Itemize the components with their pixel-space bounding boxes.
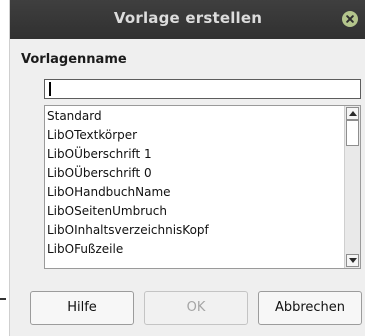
- list-item[interactable]: LibOHandbuchName: [45, 183, 344, 202]
- scroll-down-icon[interactable]: [346, 254, 359, 267]
- dialog-title: Vorlage erstellen: [113, 9, 263, 27]
- text-cursor: [49, 82, 51, 96]
- list-item[interactable]: LibOTextkörper: [45, 126, 344, 145]
- vertical-scrollbar[interactable]: [344, 106, 360, 268]
- ok-button[interactable]: OK: [144, 291, 248, 325]
- list-item[interactable]: LibOSeitenUmbruch: [45, 202, 344, 221]
- list-item[interactable]: LibOInhaltsverzeichnisKopf: [45, 221, 344, 240]
- template-list-items: Standard LibOTextkörper LibOÜberschrift 1L…: [45, 106, 344, 268]
- list-item[interactable]: Standard: [45, 107, 344, 126]
- list-item[interactable]: LibOFußzeile: [45, 240, 344, 259]
- create-template-dialog: Vorlage erstellen Vorlagenname Standard L…: [9, 0, 365, 336]
- list-item[interactable]: LibOÜberschrift 1: [45, 145, 344, 164]
- cancel-button[interactable]: Abbrechen: [258, 291, 362, 325]
- template-name-label: Vorlagenname: [21, 52, 127, 67]
- list-item[interactable]: LibOÜberschrift 0: [45, 164, 344, 183]
- scroll-up-icon[interactable]: [346, 107, 359, 120]
- close-icon[interactable]: [342, 11, 358, 27]
- title-bar[interactable]: Vorlage erstellen: [10, 0, 365, 39]
- help-button[interactable]: Hilfe: [30, 291, 134, 325]
- template-list[interactable]: Standard LibOTextkörper LibOÜberschrift 1L…: [44, 105, 361, 269]
- template-name-input[interactable]: [44, 79, 361, 99]
- scrollbar-thumb[interactable]: [346, 120, 359, 146]
- background-edge-mark: [0, 298, 6, 300]
